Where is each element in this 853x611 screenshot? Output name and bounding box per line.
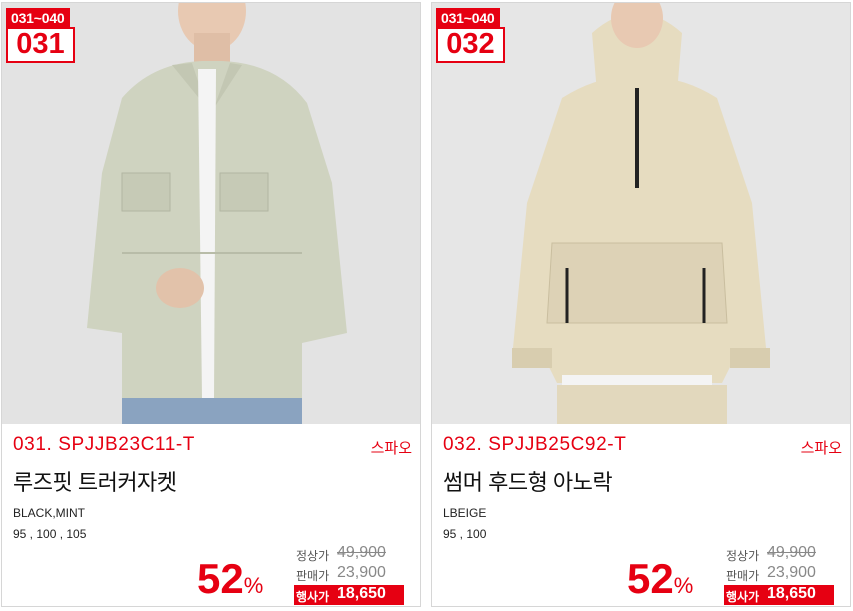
range-badge: 031~040 (436, 8, 500, 28)
discount-rate: 52% (627, 555, 693, 610)
price-block: 정상가 49,900 판매가 23,900 행사가 18,650 (294, 544, 414, 605)
product-image[interactable]: 031~040 031 (2, 3, 420, 424)
number-badge: 032 (436, 27, 505, 63)
regular-price-row: 정상가 49,900 (294, 544, 414, 564)
discount-unit: % (243, 573, 264, 598)
regular-price: 49,900 (337, 544, 386, 561)
color-options: LBEIGE (443, 506, 487, 520)
regular-price-row: 정상가 49,900 (724, 544, 844, 564)
event-price-row: 행사가 18,650 (724, 585, 834, 605)
model-jacket-illustration (2, 3, 420, 424)
discount-rate: 52% (197, 555, 263, 610)
sale-price-label: 판매가 (726, 569, 760, 583)
discount-unit: % (673, 573, 694, 598)
discount-value: 52 (197, 555, 244, 602)
event-price: 18,650 (337, 585, 386, 602)
price-block: 정상가 49,900 판매가 23,900 행사가 18,650 (724, 544, 844, 605)
brand-label[interactable]: 스파오 (801, 437, 842, 458)
size-options: 95 , 100 , 105 (13, 527, 87, 541)
event-price-row: 행사가 18,650 (294, 585, 404, 605)
sale-price: 23,900 (767, 564, 816, 581)
product-image[interactable]: 031~040 032 (432, 3, 850, 424)
regular-price-label: 정상가 (296, 549, 330, 563)
product-code[interactable]: 031. SPJJB23C11-T (13, 434, 195, 456)
regular-price-label: 정상가 (726, 549, 760, 563)
product-name[interactable]: 루즈핏 트러커자켓 (13, 465, 177, 497)
color-options: BLACK,MINT (13, 506, 86, 520)
model-anorak-illustration (432, 3, 850, 424)
size-options: 95 , 100 (443, 527, 487, 541)
brand-label[interactable]: 스파오 (371, 437, 412, 458)
sale-price: 23,900 (337, 564, 386, 581)
product-card[interactable]: 031~040 031 031. SPJJB23C11-T 스파오 루즈핏 트러… (1, 2, 421, 607)
product-code[interactable]: 032. SPJJB25C92-T (443, 434, 626, 456)
range-badge: 031~040 (6, 8, 70, 28)
event-price: 18,650 (767, 585, 816, 602)
product-name[interactable]: 썸머 후드형 아노락 (443, 465, 613, 497)
event-price-label: 행사가 (296, 590, 330, 604)
sale-price-label: 판매가 (296, 569, 330, 583)
sale-price-row: 판매가 23,900 (294, 564, 414, 584)
number-badge: 031 (6, 27, 75, 63)
discount-value: 52 (627, 555, 674, 602)
event-price-label: 행사가 (726, 590, 760, 604)
product-card[interactable]: 031~040 032 032. SPJJB25C92-T 스파오 썸머 후드형… (431, 2, 851, 607)
regular-price: 49,900 (767, 544, 816, 561)
sale-price-row: 판매가 23,900 (724, 564, 844, 584)
